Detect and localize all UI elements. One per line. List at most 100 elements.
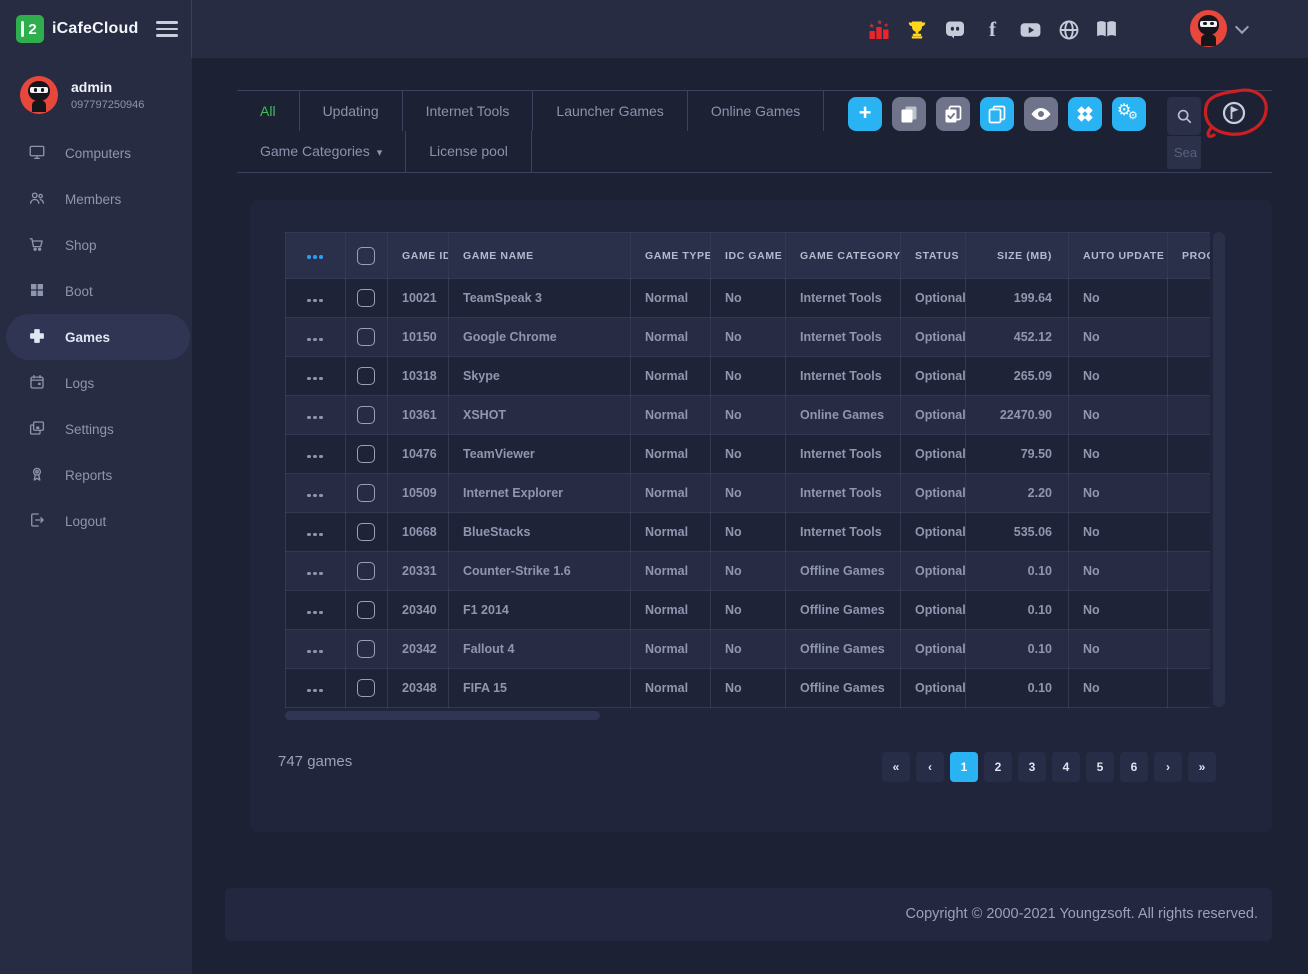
- cell-progress: [1168, 357, 1211, 396]
- table-row: 10318 Skype Normal No Internet Tools Opt…: [286, 357, 1211, 396]
- globe-icon[interactable]: [1056, 17, 1081, 42]
- page-button[interactable]: 2: [984, 752, 1012, 782]
- select-all-checkbox[interactable]: [357, 247, 375, 265]
- sidebar-item-reports[interactable]: Reports: [0, 452, 192, 498]
- row-checkbox[interactable]: [357, 640, 375, 658]
- page-button[interactable]: 6: [1120, 752, 1148, 782]
- row-actions-icon[interactable]: [306, 494, 324, 498]
- page-button[interactable]: ›: [1154, 752, 1182, 782]
- search-button[interactable]: [1167, 97, 1201, 135]
- copy-icon: [897, 102, 921, 126]
- cell-size: 22470.90: [966, 396, 1069, 435]
- row-checkbox[interactable]: [357, 367, 375, 385]
- cell-auto-update: No: [1069, 630, 1168, 669]
- page-button[interactable]: »: [1188, 752, 1216, 782]
- sidebar-item-shop[interactable]: Shop: [0, 222, 192, 268]
- table-row: 10509 Internet Explorer Normal No Intern…: [286, 474, 1211, 513]
- row-actions-icon[interactable]: [306, 377, 324, 381]
- user-name: admin: [71, 79, 144, 95]
- cell-auto-update: No: [1069, 591, 1168, 630]
- page-button[interactable]: 5: [1086, 752, 1114, 782]
- tab-all[interactable]: All: [237, 91, 300, 131]
- copy-button[interactable]: [892, 97, 926, 131]
- brand-name[interactable]: iCafeCloud: [52, 20, 138, 38]
- copy-outline-button[interactable]: [980, 97, 1014, 131]
- row-checkbox[interactable]: [357, 679, 375, 697]
- row-actions-icon[interactable]: [306, 689, 324, 693]
- cell-idc-game: No: [711, 396, 786, 435]
- categories-button[interactable]: [1068, 97, 1102, 131]
- cell-auto-update: No: [1069, 513, 1168, 552]
- copy-check-button[interactable]: [936, 97, 970, 131]
- monitor-icon: [28, 143, 46, 164]
- header-actions-icon[interactable]: [306, 255, 324, 259]
- user-menu-chevron-down-icon[interactable]: [1235, 20, 1249, 34]
- page-button[interactable]: 4: [1052, 752, 1080, 782]
- page-button[interactable]: 3: [1018, 752, 1046, 782]
- cell-idc-game: No: [711, 435, 786, 474]
- tab-license-pool[interactable]: License pool: [406, 131, 532, 173]
- discord-icon[interactable]: [942, 17, 967, 42]
- tab-game-categories[interactable]: Game Categories▾: [237, 131, 406, 173]
- sidebar-item-boot[interactable]: Boot: [0, 268, 192, 314]
- row-actions-icon[interactable]: [306, 533, 324, 537]
- page-button[interactable]: 1: [950, 752, 978, 782]
- row-actions-icon[interactable]: [306, 650, 324, 654]
- add-game-button[interactable]: +: [848, 97, 882, 131]
- cell-game-category: Offline Games: [786, 591, 901, 630]
- cell-progress: [1168, 630, 1211, 669]
- row-checkbox[interactable]: [357, 484, 375, 502]
- youtube-icon[interactable]: [1018, 17, 1043, 42]
- tab-launcher-games[interactable]: Launcher Games: [533, 91, 687, 131]
- row-actions-icon[interactable]: [306, 455, 324, 459]
- col-idc-game: IDC GAME: [711, 233, 786, 279]
- row-actions-icon[interactable]: [306, 416, 324, 420]
- sidebar-toggle-hamburger-icon[interactable]: [156, 21, 178, 41]
- tab-online-games[interactable]: Online Games: [688, 91, 824, 131]
- view-button[interactable]: [1024, 97, 1058, 131]
- sidebar-item-logs[interactable]: Logs: [0, 360, 192, 406]
- vertical-scrollbar[interactable]: [1213, 232, 1225, 707]
- sidebar-item-members[interactable]: Members: [0, 176, 192, 222]
- horizontal-scrollbar-thumb[interactable]: [285, 711, 600, 720]
- svg-text:★: ★: [876, 18, 882, 26]
- cell-game-type: Normal: [631, 435, 711, 474]
- row-actions-icon[interactable]: [306, 611, 324, 615]
- row-actions-icon[interactable]: [306, 338, 324, 342]
- page-button[interactable]: ‹: [916, 752, 944, 782]
- cell-progress: [1168, 396, 1211, 435]
- book-icon[interactable]: [1094, 17, 1119, 42]
- ranking-icon[interactable]: ★★★: [866, 17, 891, 42]
- page-button[interactable]: «: [882, 752, 910, 782]
- diamonds-icon: [1073, 102, 1097, 126]
- cell-idc-game: No: [711, 318, 786, 357]
- user-avatar[interactable]: [1190, 10, 1227, 47]
- search-input[interactable]: Sea: [1167, 136, 1201, 169]
- row-checkbox[interactable]: [357, 406, 375, 424]
- row-checkbox[interactable]: [357, 523, 375, 541]
- tab-updating[interactable]: Updating: [300, 91, 403, 131]
- cell-game-type: Normal: [631, 279, 711, 318]
- trophy-icon[interactable]: [904, 17, 929, 42]
- cell-game-category: Internet Tools: [786, 474, 901, 513]
- row-actions-icon[interactable]: [306, 572, 324, 576]
- row-checkbox[interactable]: [357, 445, 375, 463]
- row-checkbox[interactable]: [357, 562, 375, 580]
- sidebar-item-settings[interactable]: Settings: [0, 406, 192, 452]
- row-checkbox[interactable]: [357, 328, 375, 346]
- row-checkbox[interactable]: [357, 601, 375, 619]
- cell-size: 0.10: [966, 552, 1069, 591]
- col-progress: PROGRESS: [1168, 233, 1211, 279]
- brand-logo-icon[interactable]: 2: [16, 15, 44, 43]
- row-checkbox[interactable]: [357, 289, 375, 307]
- earth-flag-icon[interactable]: [1221, 100, 1247, 126]
- cell-size: 79.50: [966, 435, 1069, 474]
- facebook-icon[interactable]: f: [980, 17, 1005, 42]
- sidebar-item-logout[interactable]: Logout: [0, 498, 192, 544]
- sidebar-item-computers[interactable]: Computers: [0, 130, 192, 176]
- row-actions-icon[interactable]: [306, 299, 324, 303]
- settings-button[interactable]: ⚙⚙: [1112, 97, 1146, 131]
- tab-internet-tools[interactable]: Internet Tools: [403, 91, 534, 131]
- cell-size: 535.06: [966, 513, 1069, 552]
- sidebar-item-games[interactable]: Games: [6, 314, 190, 360]
